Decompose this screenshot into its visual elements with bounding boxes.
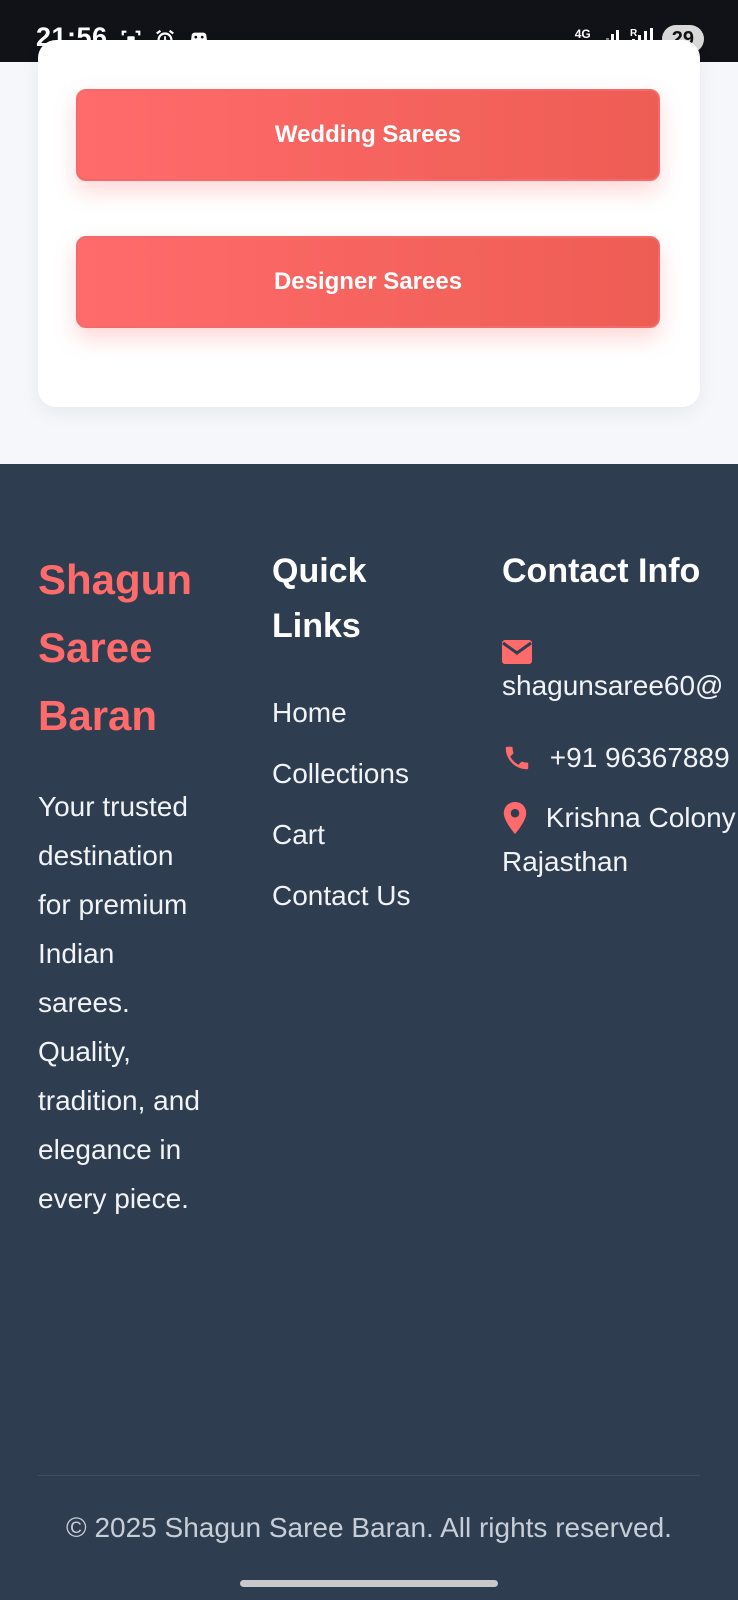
quick-link-cart[interactable]: Cart: [272, 804, 411, 865]
contact-address: Krishna Colony: [502, 800, 736, 834]
footer: Shagun Saree Baran Your trusted destinat…: [0, 464, 738, 1600]
footer-divider: [38, 1475, 700, 1476]
contact-phone-text: +91 96367889: [549, 741, 730, 773]
contact-address-line1: Krishna Colony: [545, 801, 736, 833]
footer-brand-name: Shagun Saree Baran: [38, 556, 192, 739]
contact-address-line2: Rajasthan: [502, 846, 629, 877]
category-card: Wedding Sarees Designer Sarees: [38, 40, 700, 407]
envelope-icon: [502, 639, 532, 664]
contact-info-title: Contact Info: [502, 552, 701, 590]
phone-icon: [505, 746, 529, 769]
home-indicator[interactable]: [240, 1580, 498, 1587]
svg-text:R: R: [630, 28, 638, 39]
footer-copyright: © 2025 Shagun Saree Baran. All rights re…: [66, 1512, 672, 1543]
quick-link-collections[interactable]: Collections: [272, 743, 411, 804]
footer-about-text: Your trusted destination for premium Ind…: [38, 791, 200, 1214]
quick-links-title: Quick Links: [272, 552, 367, 645]
contact-phone[interactable]: +91 96367889: [502, 740, 730, 774]
quick-links-list: Home Collections Cart Contact Us: [272, 682, 411, 926]
quick-link-home[interactable]: Home: [272, 682, 411, 743]
contact-email-text[interactable]: shagunsaree60@: [502, 670, 723, 702]
contact-email[interactable]: [502, 634, 532, 666]
quick-link-contact-us[interactable]: Contact Us: [272, 865, 411, 926]
wedding-sarees-button[interactable]: Wedding Sarees: [76, 89, 660, 181]
location-pin-icon: [503, 801, 527, 834]
designer-sarees-button[interactable]: Designer Sarees: [76, 236, 660, 328]
